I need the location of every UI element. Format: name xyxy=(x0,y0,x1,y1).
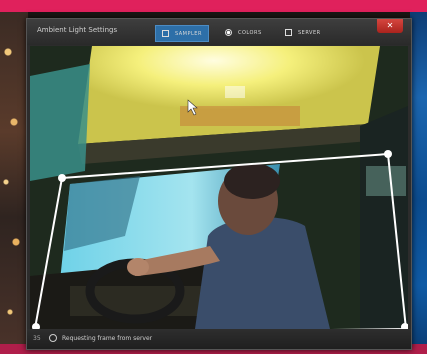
window-title: Ambient Light Settings xyxy=(37,26,118,34)
tab-label: SERVER xyxy=(298,29,321,36)
colors-icon xyxy=(225,29,232,36)
desktop-background-right xyxy=(410,12,427,354)
capture-corner-handle xyxy=(58,174,66,182)
tab-label: SAMPLER xyxy=(175,30,202,37)
title-bar[interactable]: Ambient Light Settings SAMPLER COLORS SE… xyxy=(27,19,411,45)
server-icon xyxy=(285,29,292,36)
status-bar: 35 Requesting frame from server xyxy=(27,329,411,349)
sampled-frame-view[interactable] xyxy=(30,46,408,329)
sampler-icon xyxy=(162,30,169,37)
status-message: Requesting frame from server xyxy=(62,335,153,342)
tab-colors[interactable]: COLORS xyxy=(219,25,268,40)
desktop-background-left xyxy=(0,12,28,354)
loading-icon xyxy=(49,334,57,342)
frame-image xyxy=(30,46,408,329)
ambient-light-settings-window: Ambient Light Settings SAMPLER COLORS SE… xyxy=(26,18,412,350)
tab-server[interactable]: SERVER xyxy=(279,25,327,40)
desktop-top-strip xyxy=(0,0,427,12)
close-button[interactable]: ✕ xyxy=(377,19,403,33)
tab-label: COLORS xyxy=(238,29,262,36)
tab-sampler[interactable]: SAMPLER xyxy=(155,25,209,42)
frame-counter: 35 xyxy=(33,335,41,342)
capture-corner-handle xyxy=(384,150,392,158)
